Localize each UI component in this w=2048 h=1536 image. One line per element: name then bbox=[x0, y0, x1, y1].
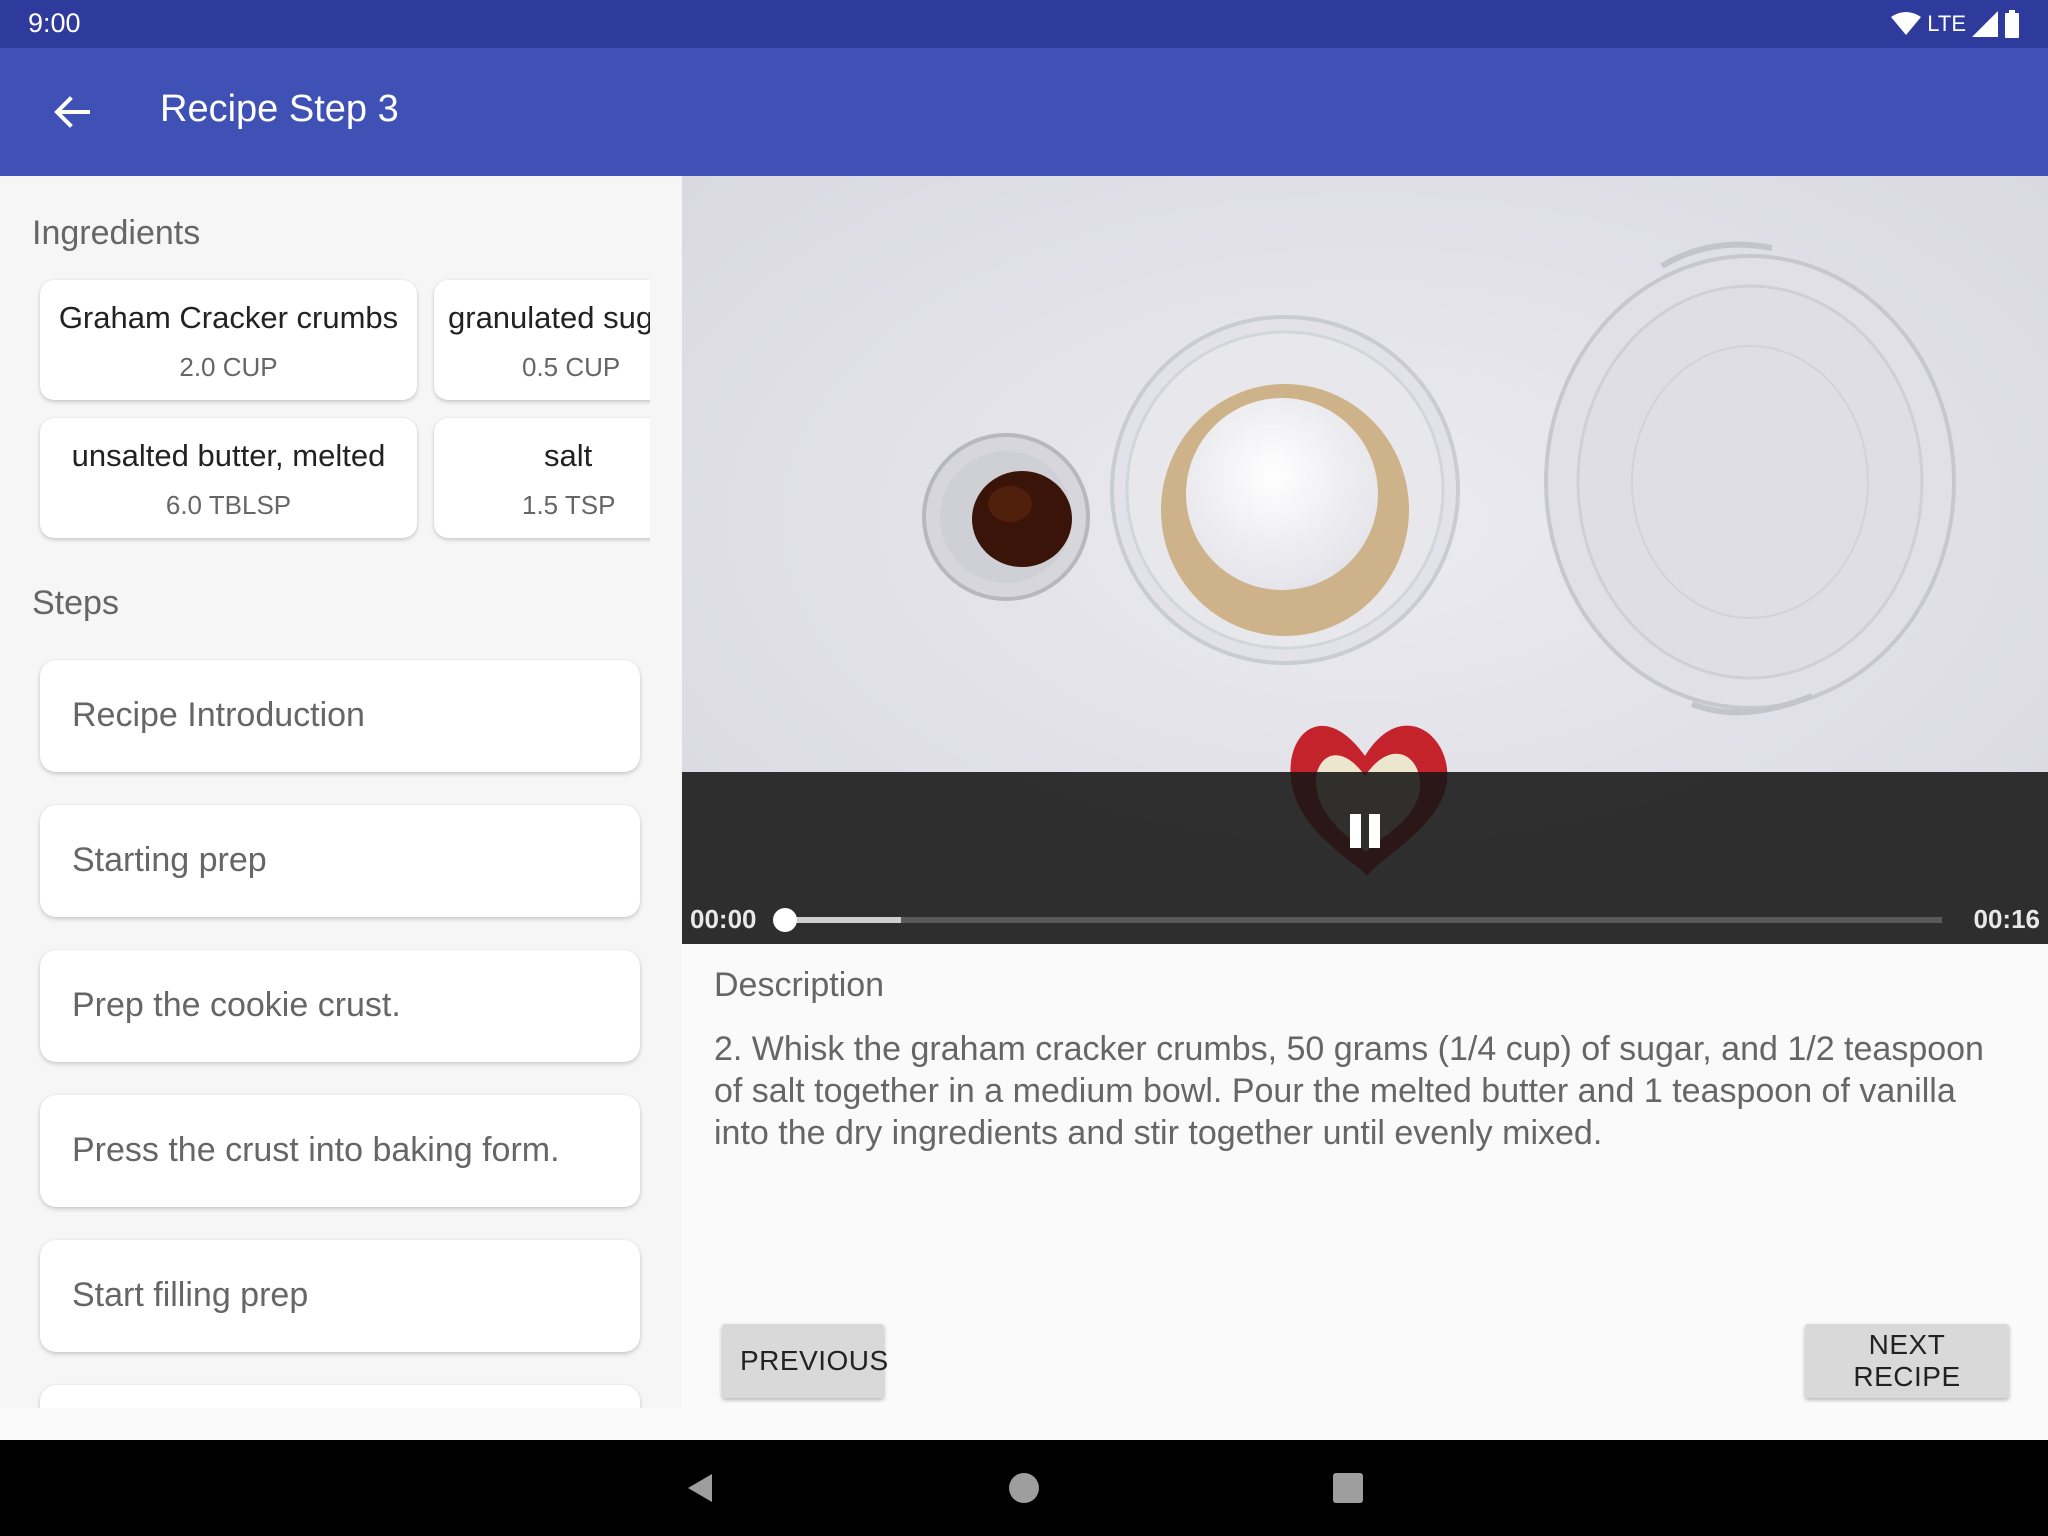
ingredient-name: salt bbox=[544, 438, 593, 473]
step-label: Press the crust into baking form. bbox=[72, 1131, 560, 1169]
step-item[interactable]: Starting prep bbox=[40, 805, 640, 917]
ingredient-name: granulated sugar bbox=[448, 300, 650, 335]
player-controls: 00:00 00:16 bbox=[682, 772, 2048, 944]
page-title: Recipe Step 3 bbox=[160, 88, 399, 130]
network-type-label: LTE bbox=[1927, 11, 1966, 36]
previous-button[interactable]: PREVIOUS bbox=[722, 1324, 888, 1398]
battery-icon bbox=[2005, 10, 2019, 38]
status-bar: 9:00 LTE bbox=[0, 0, 2048, 48]
step-label: Starting prep bbox=[72, 841, 267, 879]
seek-thumb[interactable] bbox=[773, 908, 797, 932]
ingredient-quantity: 2.0 CUP bbox=[179, 352, 278, 382]
ingredient-grid-clip: granulated sugar 0.5 CUP salt 1.5 TSP bbox=[430, 276, 650, 606]
step-item[interactable]: Recipe Introduction bbox=[40, 660, 640, 772]
next-recipe-button[interactable]: NEXT RECIPE bbox=[1805, 1324, 2009, 1398]
ingredient-card[interactable]: Graham Cracker crumbs 2.0 CUP bbox=[40, 280, 417, 400]
ingredient-name: Graham Cracker crumbs bbox=[58, 300, 399, 335]
recipe-detail-panel[interactable]: Ingredients Graham Cracker crumbs 2.0 CU… bbox=[0, 176, 682, 1408]
ingredient-quantity: 0.5 CUP bbox=[522, 352, 621, 382]
ingredient-quantity: 1.5 TSP bbox=[522, 490, 616, 520]
seek-buffer bbox=[785, 917, 901, 923]
status-time: 9:00 bbox=[28, 8, 81, 38]
playback-duration: 00:16 bbox=[1973, 904, 2041, 934]
app-bar: Recipe Step 3 bbox=[0, 48, 2048, 176]
ingredient-card[interactable]: salt 1.5 TSP bbox=[434, 418, 650, 538]
step-item[interactable]: Press the crust into baking form. bbox=[40, 1095, 640, 1207]
step-label: Start filling prep bbox=[72, 1276, 309, 1314]
step-label: Prep the cookie crust. bbox=[72, 986, 401, 1024]
arrow-back-icon[interactable] bbox=[50, 90, 94, 134]
step-item[interactable]: Start filling prep bbox=[40, 1240, 640, 1352]
description-text: 2. Whisk the graham cracker crumbs, 50 g… bbox=[714, 1030, 1984, 1152]
step-item[interactable]: Prep the cookie crust. bbox=[40, 950, 640, 1062]
nav-home-icon[interactable] bbox=[1006, 1470, 1042, 1506]
seek-bar[interactable] bbox=[773, 908, 1942, 932]
cell-signal-icon bbox=[1972, 11, 1998, 37]
video-player[interactable]: 00:00 00:16 bbox=[682, 176, 2048, 944]
playback-position: 00:00 bbox=[690, 904, 757, 934]
steps-heading: Steps bbox=[32, 584, 119, 622]
nav-back-icon[interactable] bbox=[682, 1470, 718, 1506]
ingredient-card[interactable]: granulated sugar 0.5 CUP bbox=[434, 280, 650, 400]
description-heading: Description bbox=[714, 966, 885, 1004]
pause-icon[interactable] bbox=[1342, 808, 1388, 854]
wifi-icon bbox=[1891, 12, 1922, 35]
step-label: Recipe Introduction bbox=[72, 696, 365, 734]
ingredient-name: unsalted butter, melted bbox=[71, 438, 386, 473]
ingredient-quantity: 6.0 TBLSP bbox=[165, 490, 292, 520]
step-item[interactable] bbox=[40, 1385, 640, 1408]
ingredients-heading: Ingredients bbox=[32, 214, 201, 252]
status-icons: LTE bbox=[1891, 8, 2020, 40]
system-nav-bar bbox=[0, 1440, 2048, 1536]
ingredient-card[interactable]: unsalted butter, melted 6.0 TBLSP bbox=[40, 418, 417, 538]
nav-recents-icon[interactable] bbox=[1330, 1470, 1366, 1506]
